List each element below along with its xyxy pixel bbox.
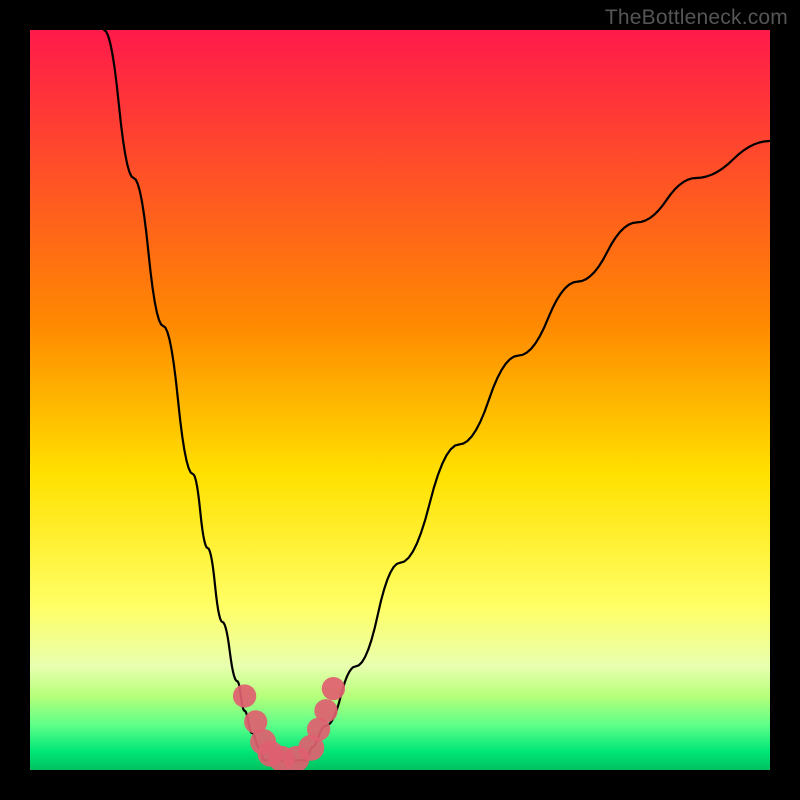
- data-marker: [322, 677, 345, 700]
- plot-area: [30, 30, 770, 770]
- data-marker: [233, 684, 256, 707]
- data-marker: [314, 699, 337, 722]
- watermark-text: TheBottleneck.com: [605, 6, 788, 30]
- chart-svg: [30, 30, 770, 770]
- chart-frame: TheBottleneck.com: [0, 0, 800, 800]
- gradient-background: [30, 30, 770, 770]
